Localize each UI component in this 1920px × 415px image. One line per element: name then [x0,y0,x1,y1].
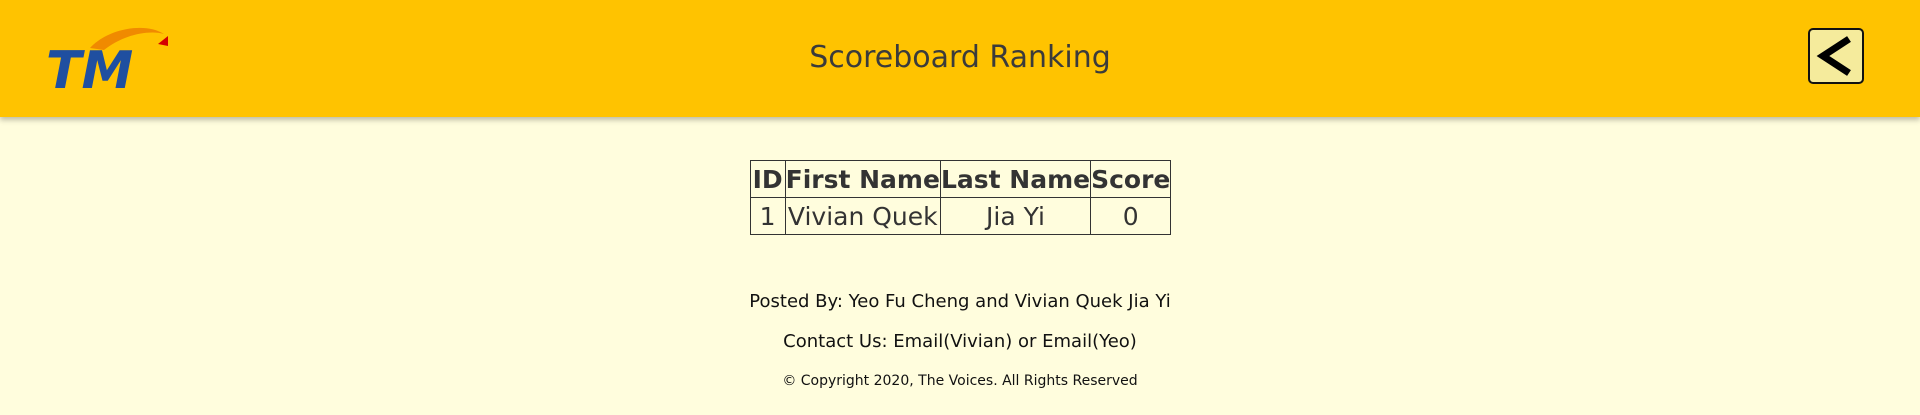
column-header-score: Score [1090,160,1172,198]
column-header-last-name: Last Name [939,160,1092,198]
scoreboard-container: ID First Name Last Name Score 1 Vivian Q… [0,160,1920,235]
copyright-text: © Copyright 2020, The Voices. All Rights… [782,373,1138,389]
column-header-id: ID [749,160,786,198]
email-yeo-link[interactable]: Email(Yeo) [1042,331,1137,352]
cell-score: 0 [1090,197,1172,235]
contact-line: Contact Us: Email(Vivian) or Email(Yeo) [0,329,1920,355]
back-button[interactable] [1808,28,1864,84]
column-header-first-name: First Name [784,160,941,198]
contact-or-text: or [1012,331,1043,352]
page-title: Scoreboard Ranking [809,40,1111,75]
email-vivian-link[interactable]: Email(Vivian) [893,331,1012,352]
table-row: 1 Vivian Quek Jia Yi 0 [749,197,1172,235]
cell-id: 1 [749,197,786,235]
table-header-row: ID First Name Last Name Score [749,160,1172,198]
chevron-left-icon [1816,36,1851,76]
cell-last-name: Jia Yi [939,197,1092,235]
posted-by-text: Posted By: Yeo Fu Cheng and Vivian Quek … [749,291,1171,312]
scoreboard-table: ID First Name Last Name Score 1 Vivian Q… [749,160,1172,235]
contact-label: Contact Us: [783,331,894,352]
cell-first-name: Vivian Quek [784,197,941,235]
header-bar: TM Scoreboard Ranking [0,0,1920,117]
